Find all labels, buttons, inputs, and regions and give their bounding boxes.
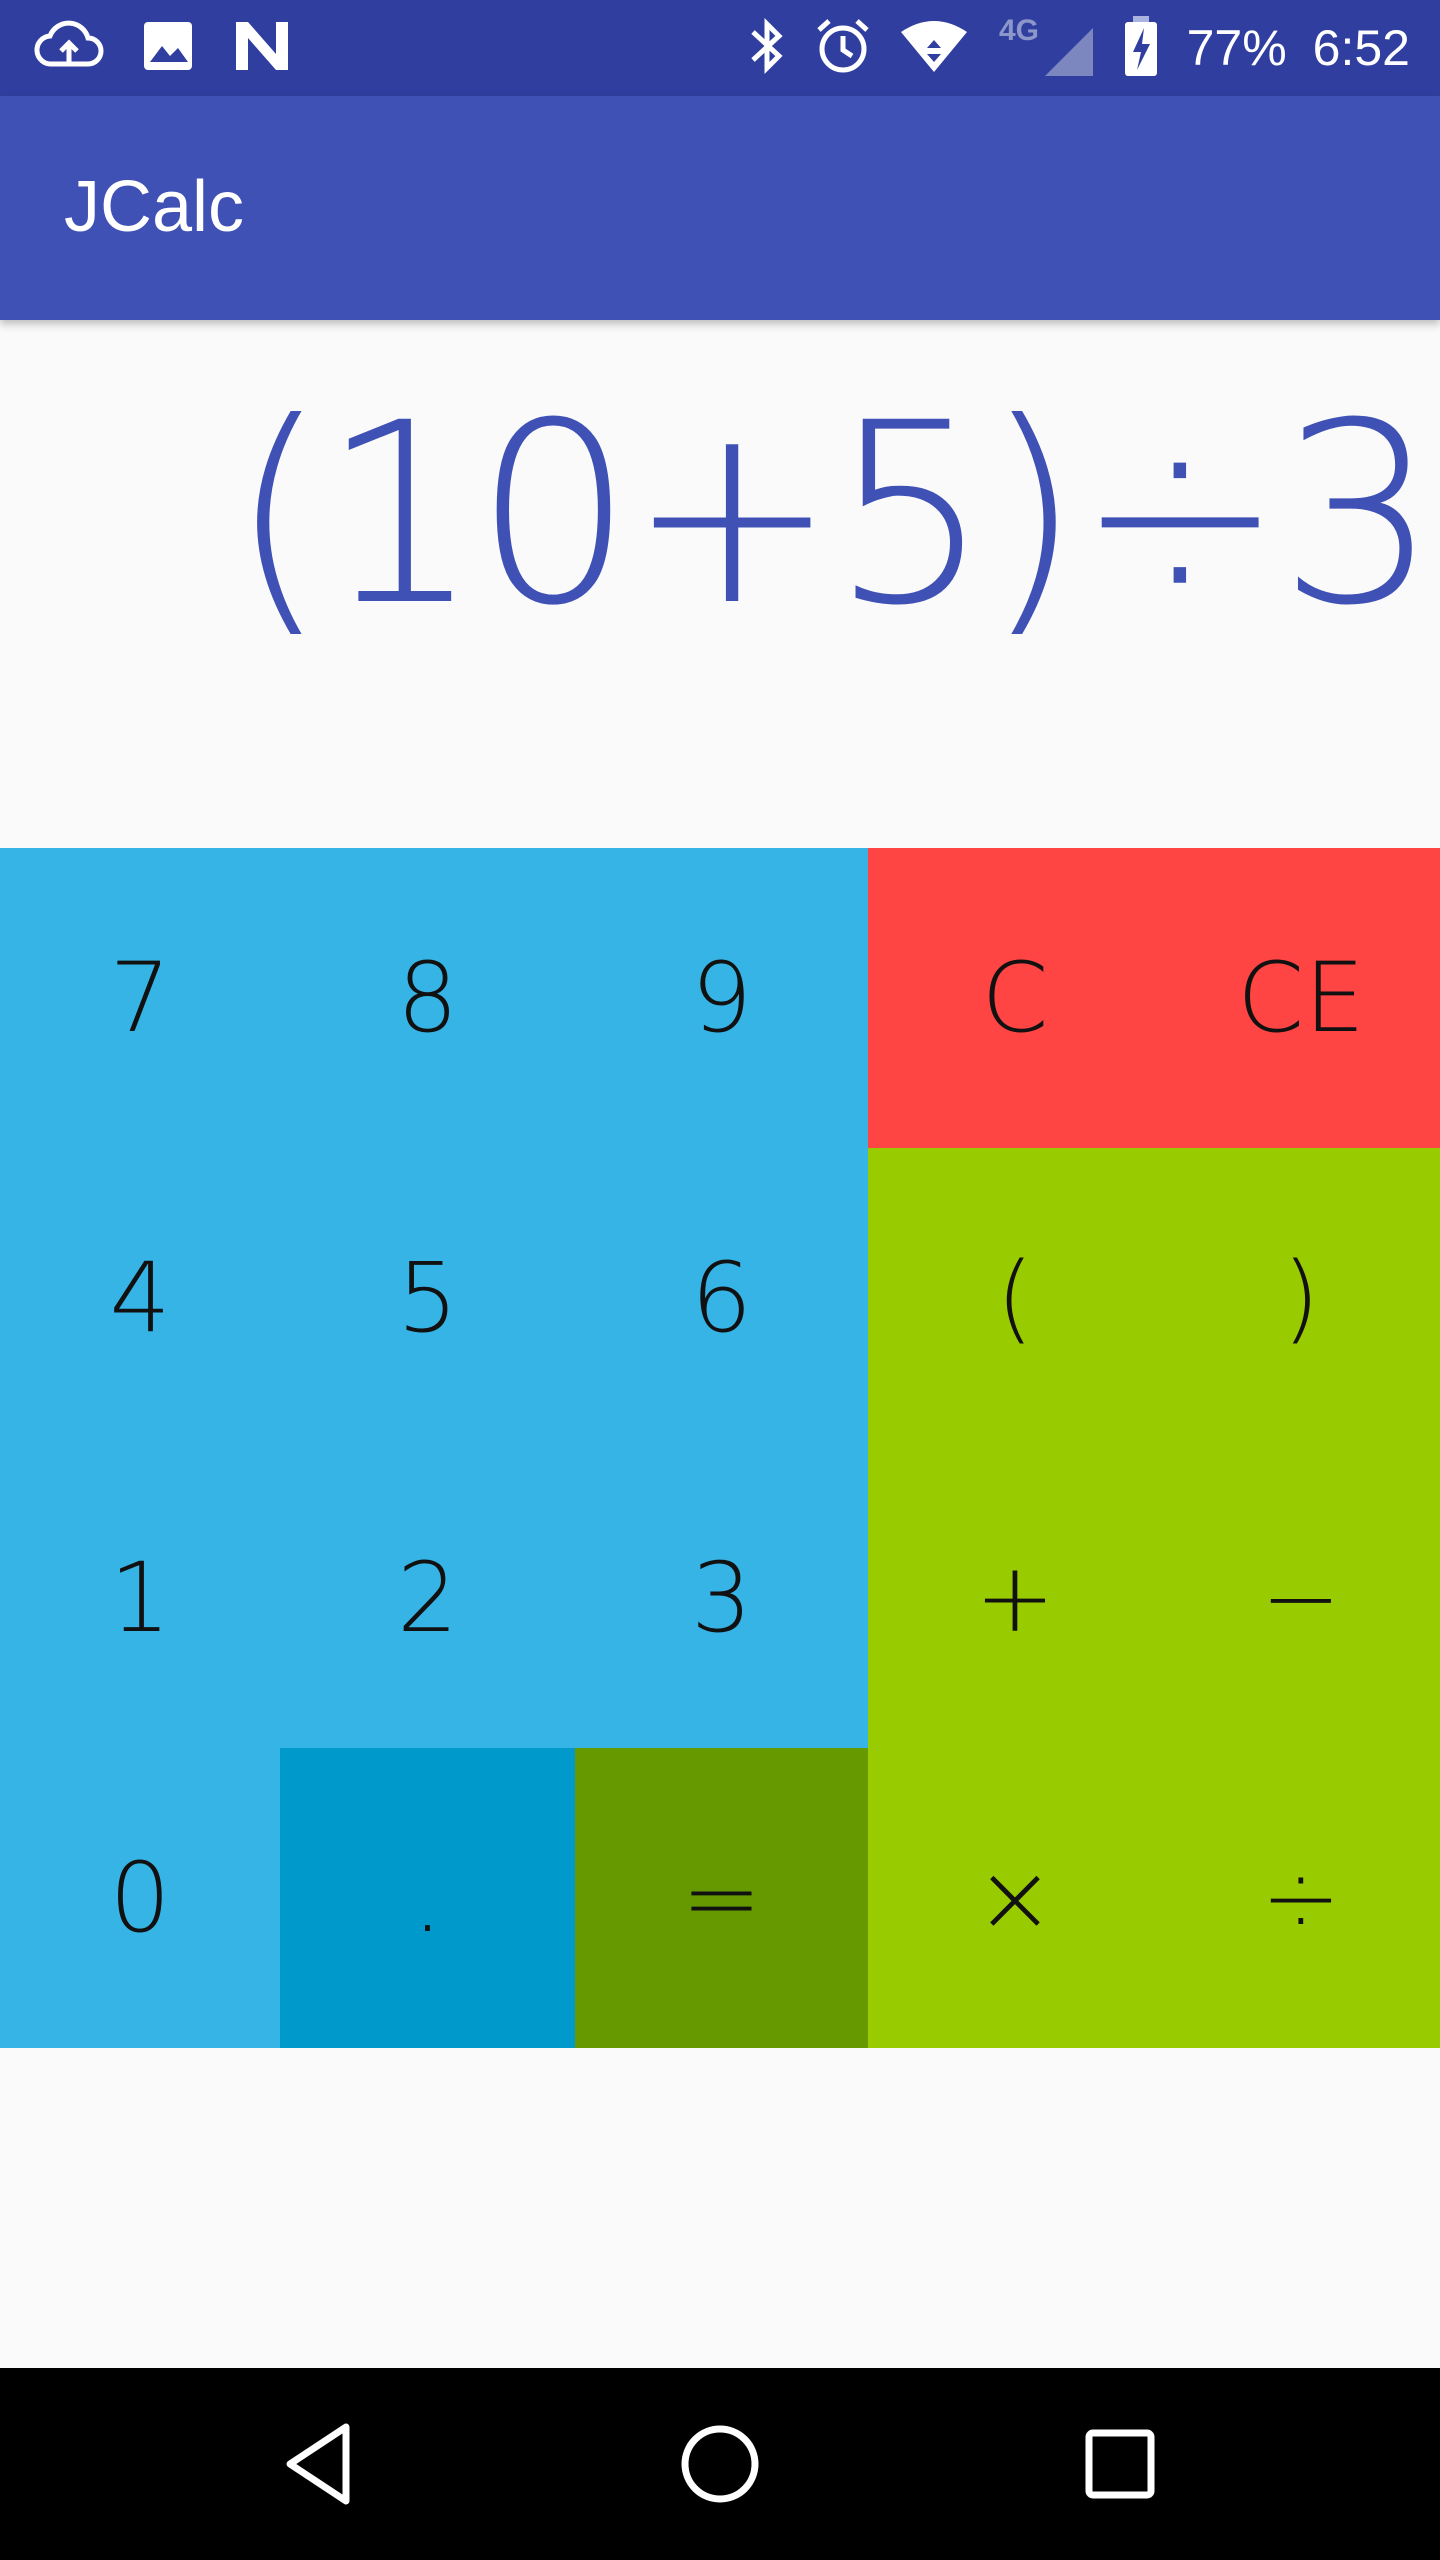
open-paren-button[interactable]: ( xyxy=(868,1148,1162,1448)
cloud-upload-icon xyxy=(34,18,104,78)
n-icon xyxy=(232,20,292,76)
key-5[interactable]: 5 xyxy=(280,1148,575,1448)
key-2[interactable]: 2 xyxy=(280,1448,575,1748)
expression-text: (10+5)÷3 xyxy=(229,369,1438,660)
close-paren-button[interactable]: ) xyxy=(1162,1148,1440,1448)
clear-entry-button[interactable]: CE xyxy=(1162,848,1440,1148)
key-9[interactable]: 9 xyxy=(575,848,868,1148)
equals-button[interactable]: = xyxy=(575,1748,868,2048)
status-bar: 4G 77% 6:52 xyxy=(0,0,1440,96)
key-6[interactable]: 6 xyxy=(575,1148,868,1448)
signal-icon: 4G xyxy=(995,14,1095,82)
clock: 6:52 xyxy=(1312,20,1410,76)
wifi-icon xyxy=(899,18,969,78)
clear-button[interactable]: C xyxy=(868,848,1162,1148)
status-bar-notifications xyxy=(34,18,292,78)
key-7[interactable]: 7 xyxy=(0,848,280,1148)
key-1[interactable]: 1 xyxy=(0,1448,280,1748)
recents-icon xyxy=(1085,2429,1155,2499)
recents-button[interactable] xyxy=(1060,2404,1180,2524)
decimal-button[interactable]: . xyxy=(280,1748,575,2048)
multiply-button[interactable]: × xyxy=(868,1748,1162,2048)
back-button[interactable] xyxy=(260,2404,380,2524)
status-bar-system: 4G 77% 6:52 xyxy=(747,14,1410,82)
navigation-bar xyxy=(0,2368,1440,2560)
key-8[interactable]: 8 xyxy=(280,848,575,1148)
app-title: JCalc xyxy=(64,167,245,247)
battery-charging-icon xyxy=(1121,14,1161,82)
bluetooth-icon xyxy=(747,16,787,80)
alarm-icon xyxy=(813,16,873,80)
key-4[interactable]: 4 xyxy=(0,1148,280,1448)
app-bar: JCalc xyxy=(0,96,1440,320)
home-icon xyxy=(681,2425,759,2503)
svg-text:4G: 4G xyxy=(999,14,1039,47)
plus-button[interactable]: + xyxy=(868,1448,1162,1748)
keypad: 7 8 9 C CE 4 5 6 ( ) 1 2 3 + − 0 . = × ÷ xyxy=(0,848,1440,2048)
expression-display: (10+5)÷3 xyxy=(0,320,1440,848)
divide-button[interactable]: ÷ xyxy=(1162,1748,1440,2048)
key-3[interactable]: 3 xyxy=(575,1448,868,1748)
key-0[interactable]: 0 xyxy=(0,1748,280,2048)
image-icon xyxy=(140,18,196,78)
home-button[interactable] xyxy=(660,2404,780,2524)
battery-percent: 77% xyxy=(1186,20,1287,76)
back-icon xyxy=(286,2423,350,2505)
minus-button[interactable]: − xyxy=(1162,1448,1440,1748)
